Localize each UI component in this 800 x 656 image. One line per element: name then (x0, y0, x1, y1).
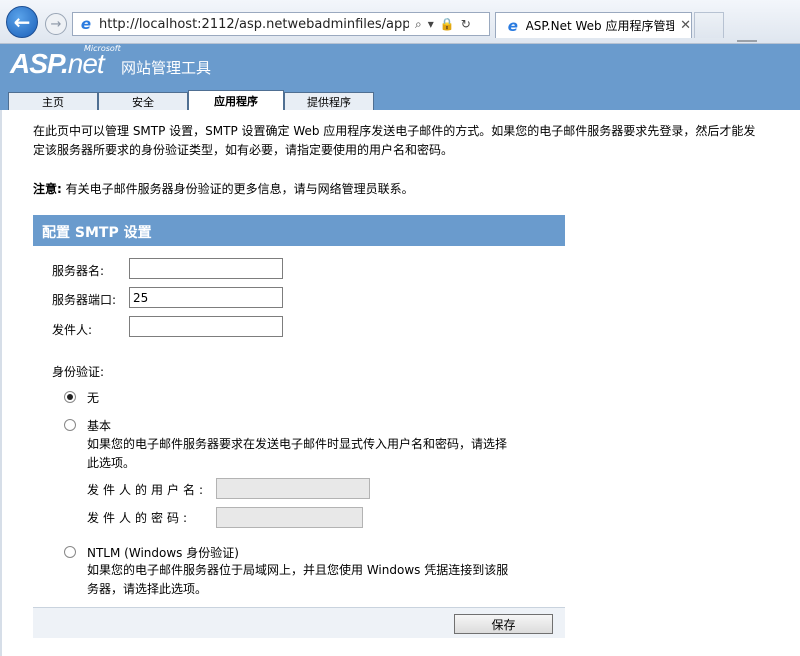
intro-text: 在此页中可以管理 SMTP 设置，SMTP 设置确定 Web 应用程序发送电子邮… (33, 124, 756, 157)
auth-label: 身份验证: (52, 365, 105, 379)
close-icon[interactable]: ✕ (680, 18, 691, 33)
auth-ntlm-description: 如果您的电子邮件服务器位于局域网上，并且您使用 Windows 凭据连接到该服 … (87, 563, 509, 596)
auth-ntlm-radio[interactable] (64, 546, 76, 558)
tab-home[interactable]: 主页 (8, 92, 98, 110)
tab-title: ASP.Net Web 应用程序管理 (525, 19, 675, 33)
address-bar[interactable]: e http://localhost:2112/asp.netwebadminf… (72, 12, 490, 36)
minimize-icon[interactable] (737, 40, 757, 42)
back-arrow-icon[interactable]: ← (6, 6, 38, 38)
server-port-label: 服务器端口: (52, 293, 117, 307)
auth-none-label[interactable]: 无 (87, 389, 99, 406)
tab-providers[interactable]: 提供程序 (284, 92, 374, 110)
forward-arrow-icon[interactable]: → (45, 13, 67, 35)
server-name-input[interactable] (129, 258, 283, 279)
save-button[interactable]: 保存 (454, 614, 553, 634)
server-name-label: 服务器名: (52, 264, 105, 278)
auth-none-radio[interactable] (64, 391, 76, 403)
dropdown-icon[interactable]: ▾ (428, 17, 434, 32)
browser-tab[interactable]: e ASP.Net Web 应用程序管理 ✕ (495, 12, 692, 38)
button-bar: 保存 (33, 607, 565, 638)
auth-basic-label[interactable]: 基本 (87, 417, 111, 434)
sender-password-label: 发件人的密码: (87, 511, 192, 525)
note-text: 注意: 有关电子邮件服务器身份验证的更多信息，请与网络管理员联系。 (33, 182, 414, 196)
tab-security[interactable]: 安全 (98, 92, 188, 110)
url-text[interactable]: http://localhost:2112/asp.netwebadminfil… (99, 17, 409, 32)
from-label: 发件人: (52, 323, 93, 337)
ie-logo-icon: e (80, 15, 92, 33)
sender-username-label: 发件人的用户名: (87, 483, 208, 497)
auth-basic-description: 如果您的电子邮件服务器要求在发送电子邮件时显式传入用户名和密码，请选择 此选项。 (87, 437, 508, 470)
nav-tabs: 主页 安全 应用程序 提供程序 (0, 90, 800, 110)
site-header: ASP.net Microsoft 网站管理工具 主页 安全 应用程序 提供程序 (0, 44, 800, 110)
refresh-icon[interactable]: ↻ (461, 17, 471, 32)
microsoft-mark: Microsoft (84, 44, 121, 53)
browser-toolbar: ← → e http://localhost:2112/asp.netwebad… (0, 0, 800, 44)
smtp-settings-panel: 配置 SMTP 设置 服务器名: 服务器端口: 发件人: 身份验证: 无 基本 … (33, 215, 565, 638)
sender-username-input[interactable] (216, 478, 370, 499)
tab-application[interactable]: 应用程序 (188, 90, 284, 110)
site-title: 网站管理工具 (121, 59, 212, 77)
new-tab-button[interactable] (694, 12, 724, 38)
from-input[interactable] (129, 316, 283, 337)
sender-password-input[interactable] (216, 507, 363, 528)
auth-ntlm-label[interactable]: NTLM (Windows 身份验证) (87, 544, 239, 561)
main-content: 在此页中可以管理 SMTP 设置，SMTP 设置确定 Web 应用程序发送电子邮… (0, 110, 800, 656)
page-border (0, 110, 2, 656)
compatibility-icon[interactable]: 🔒 (440, 17, 455, 32)
server-port-input[interactable] (129, 287, 283, 308)
auth-basic-radio[interactable] (64, 419, 76, 431)
search-icon[interactable]: ⌕ (415, 17, 422, 32)
tab-ie-icon: e (507, 16, 518, 35)
panel-title: 配置 SMTP 设置 (33, 215, 565, 246)
